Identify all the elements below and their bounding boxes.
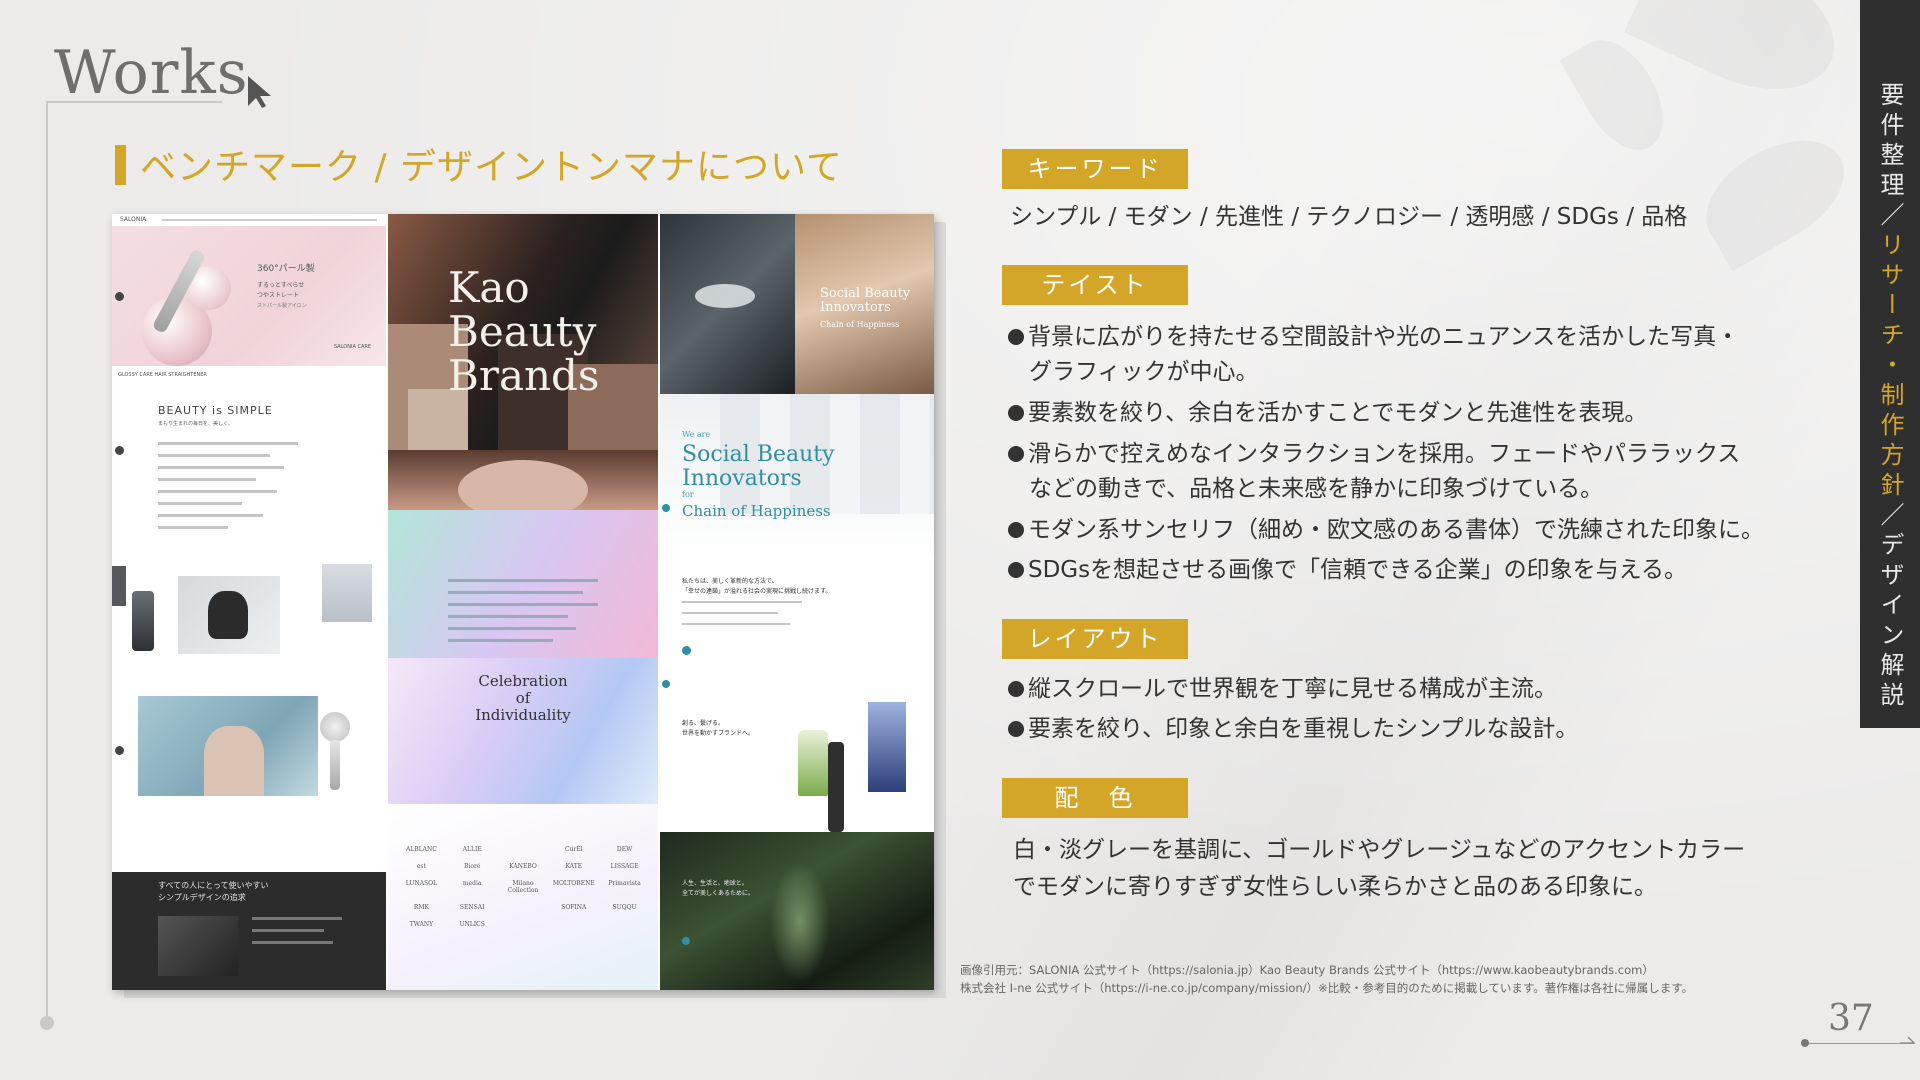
bullet-dot (1008, 681, 1024, 697)
kao-brand-logo: SOFINA (561, 904, 587, 911)
credit-line: 画像引用元：SALONIA 公式サイト（https://salonia.jp）K… (960, 963, 1654, 977)
salonia-dark-section: すべての人にとって使いやすい シンプルデザインの追求 (112, 872, 386, 990)
kao-brand-logo: MOLTOBENE (552, 880, 595, 887)
arrow-right-icon (1900, 1036, 1916, 1044)
kao-brand-logo: Primavista (608, 880, 641, 887)
chapter-separator: ／ (1876, 502, 1904, 532)
kao-brand-logo: DEW (616, 846, 633, 853)
bullet-dot (1008, 562, 1024, 578)
kao-brand-logo: ALBLANC (405, 846, 437, 853)
frame-line-left (46, 101, 48, 1021)
kao-brand-logo: TWANY (409, 921, 434, 928)
color-text-line: でモダンに寄りすぎず女性らしい柔らかさと品のある印象に。 (1013, 874, 1657, 900)
layout-bullet: 要素を絞り、印象と余白を重視したシンプルな設計。 (1008, 712, 1578, 747)
salonia-product-bar: GLOSSY CARE HAIR STRAIGHTENER (112, 366, 386, 389)
kao-brand-logo: SENSAI (459, 904, 485, 911)
kao-brand-logo (498, 846, 549, 853)
chapter-nav: 要件整理／リサーチ・制作方針／デザイン解説 (1860, 82, 1920, 712)
section-accent-bar (115, 145, 126, 185)
ine-mission: We are Social Beauty Innovators for Chai… (660, 394, 934, 562)
kao-brand-logo: SUQQU (612, 904, 637, 911)
kao-brand-logo: Milano Collection (507, 880, 539, 894)
taste-bullet: 滑らかで控えめなインタラクションを採用。フェードやパララックス (1008, 437, 1740, 472)
kao-brand-logo: UNLICS (459, 921, 485, 928)
taste-bullet: 要素数を絞り、余白を活かすことでモダンと先進性を表現。 (1008, 396, 1647, 431)
label-taste: テイスト (1002, 265, 1188, 305)
kao-celebration: Celebration of Individuality (388, 658, 658, 804)
salonia-shower-photo (112, 656, 386, 810)
credit-line: 株式会社 I-ne 公式サイト（https://i-ne.co.jp/compa… (960, 981, 1694, 995)
taste-bullet: 背景に広がりを持たせる空間設計や光のニュアンスを活かした写真・ (1008, 320, 1739, 355)
section-title: ベンチマーク / デザイントンマナについて (140, 147, 843, 188)
label-color: 配 色 (1002, 778, 1188, 818)
chapter-requirements: 要件整理 (1876, 82, 1904, 202)
ine-site-screenshot: Social Beauty Innovators Chain of Happin… (660, 214, 934, 990)
kao-portrait (388, 450, 658, 510)
frame-line-top (46, 101, 222, 103)
kao-brand-grid: ALBLANC ALLIE CurÉl DEW est Bioré KANEBO KATE LI… (388, 804, 658, 990)
kao-brand-logo (498, 904, 549, 911)
ine-forest: 人生、生活と、地球と。 全てが美しくあるために。 (660, 832, 934, 990)
bullet-dot (1008, 721, 1024, 737)
salonia-site-screenshot: SALONIA 360°パール製 するっとすべらせ つやストレート ストパール製… (112, 214, 386, 990)
kao-message (388, 510, 658, 658)
kao-brand-logo: LUNASOL (405, 880, 438, 887)
bullet-dot (1008, 405, 1024, 421)
ine-brands: 創る、繋げる。 世界を動かすブランドへ。 (660, 672, 934, 832)
ine-hero: Social Beauty Innovators Chain of Happin… (660, 214, 934, 394)
kao-site-screenshot: Kao Beauty Brands Celebration of Individ… (388, 214, 658, 990)
bullet-dot (1008, 329, 1024, 345)
page-title: Works (54, 38, 249, 108)
chapter-sidebar: 要件整理／リサーチ・制作方針／デザイン解説 (1860, 0, 1920, 728)
color-text-line: 白・淡グレーを基調に、ゴールドやグレージュなどのアクセントカラー (1013, 837, 1746, 863)
taste-bullet: モダン系サンセリフ（細め・欧文感のある書体）で洗練された印象に。 (1008, 513, 1764, 548)
chapter-separator: ／ (1876, 202, 1904, 232)
benchmark-collage: SALONIA 360°パール製 するっとすべらせ つやストレート ストパール製… (112, 214, 934, 990)
kao-hero: Kao Beauty Brands (388, 214, 658, 450)
kao-brand-logo: KATE (565, 863, 583, 870)
kao-brand-logo: RMK (413, 904, 429, 911)
label-layout: レイアウト (1002, 619, 1188, 659)
taste-bullet: SDGsを想起させる画像で「信頼できる企業」の印象を与える。 (1008, 553, 1687, 588)
chapter-design: デザイン解説 (1876, 532, 1904, 712)
layout-bullet: 縦スクロールで世界観を丁寧に見せる構成が主流。 (1008, 672, 1557, 707)
salonia-hero: 360°パール製 するっとすべらせ つやストレート ストパール製アイロン SAL… (112, 226, 386, 366)
ine-statement: 私たちは、美しく革新的な方法で、 「幸せの連鎖」が溢れる社会の実現に挑戦し続けま… (660, 562, 934, 672)
salonia-dryer-photos (112, 546, 386, 656)
cursor-arrow-icon (248, 76, 271, 108)
page-number-line (1806, 1043, 1914, 1044)
kao-brand-logo: est (416, 863, 426, 870)
taste-bullet-continued: などの動きで、品格と未来感を静かに印象づけている。 (1029, 476, 1604, 502)
taste-bullet-continued: グラフィックが中心。 (1029, 359, 1259, 385)
keyword-text: シンプル / モダン / 先進性 / テクノロジー / 透明感 / SDGs /… (1010, 204, 1688, 230)
kao-brand-logo: Bioré (464, 863, 481, 870)
salonia-concept: BEAUTY is SIMPLE まもり生まれの毎日を、美しく。 (112, 388, 386, 546)
bullet-dot (1008, 522, 1024, 538)
image-credit: 画像引用元：SALONIA 公式サイト（https://salonia.jp）K… (960, 961, 1693, 997)
kao-brand-logo: KANEBO (509, 863, 537, 870)
kao-brand-logo: CurÉl (564, 846, 583, 853)
page-number-dot (1801, 1039, 1809, 1047)
kao-brand-logo: ALLIE (462, 846, 482, 853)
page-number: 37 (1828, 998, 1874, 1039)
bullet-dot (1008, 446, 1024, 462)
kao-brand-logo: media (462, 880, 482, 887)
label-keyword: キーワード (1002, 149, 1188, 189)
frame-dot (40, 1016, 54, 1030)
chapter-research-current: リサーチ・制作方針 (1876, 232, 1904, 502)
kao-brand-logo: LISSAGE (610, 863, 639, 870)
